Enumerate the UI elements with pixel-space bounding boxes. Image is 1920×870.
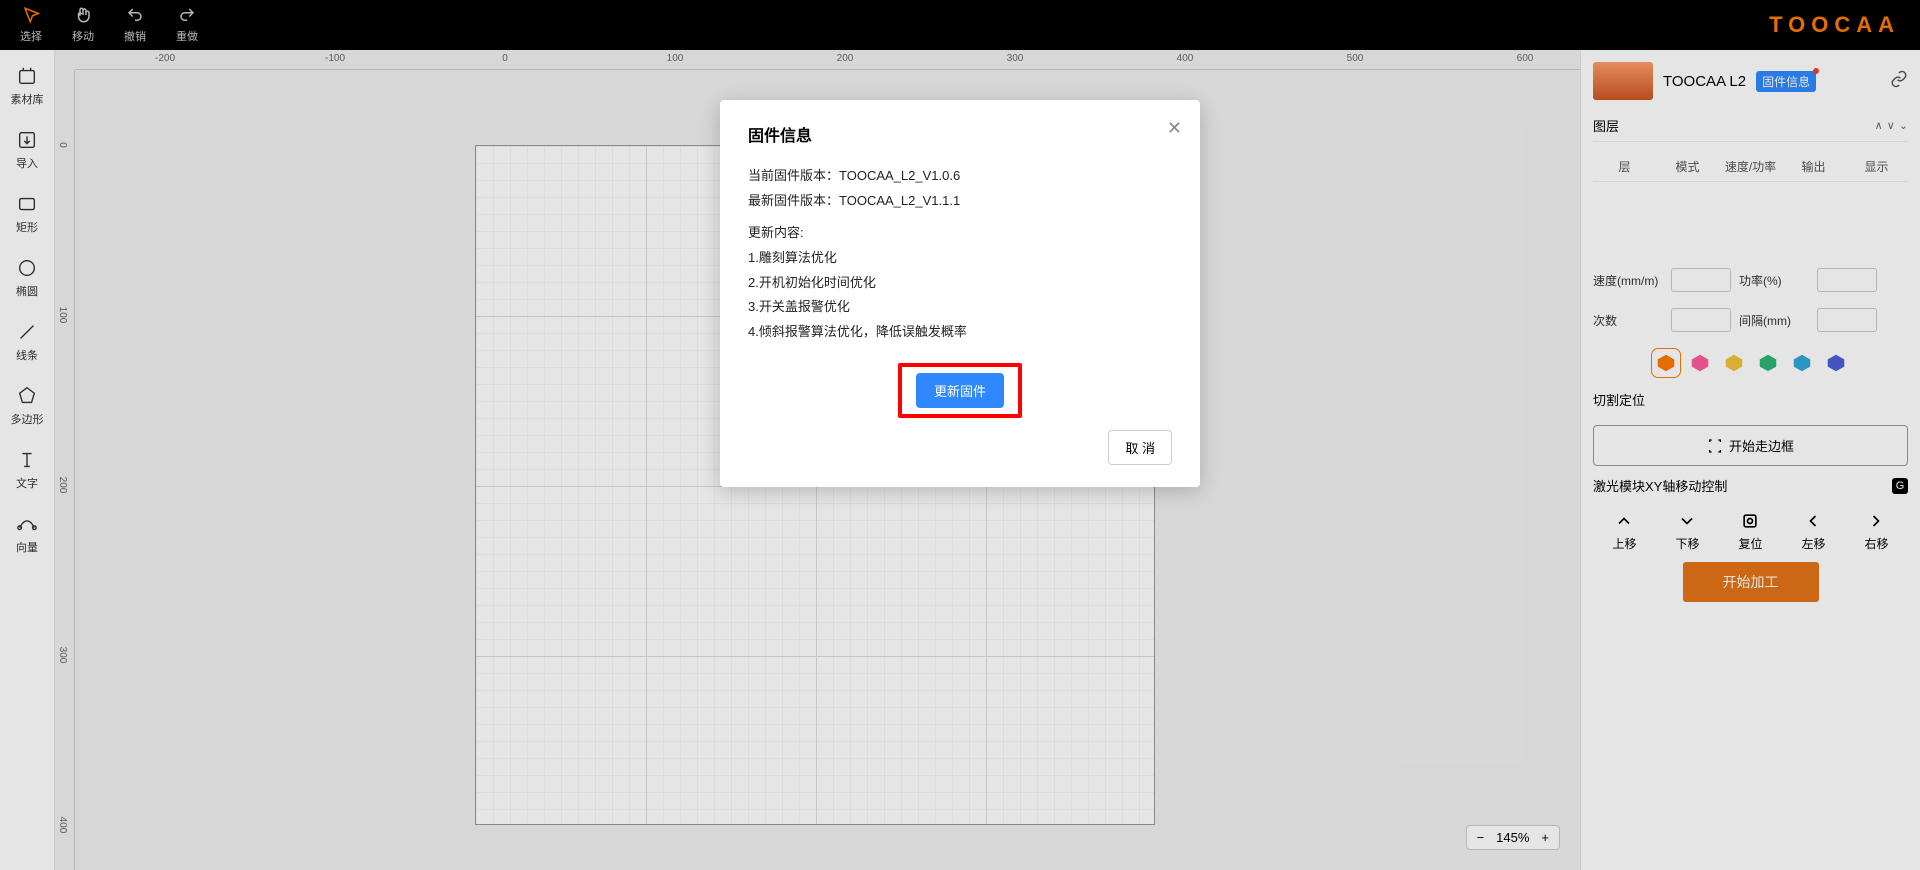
cancel-button[interactable]: 取 消 [1108, 430, 1172, 465]
modal-overlay: ✕ 固件信息 当前固件版本：TOOCAA_L2_V1.0.6 最新固件版本：TO… [0, 0, 1920, 870]
update-firmware-button[interactable]: 更新固件 [916, 373, 1004, 408]
update-highlight: 更新固件 [898, 363, 1022, 418]
modal-title: 固件信息 [748, 122, 1172, 146]
firmware-modal: ✕ 固件信息 当前固件版本：TOOCAA_L2_V1.0.6 最新固件版本：TO… [720, 100, 1200, 487]
close-icon[interactable]: ✕ [1167, 118, 1182, 139]
